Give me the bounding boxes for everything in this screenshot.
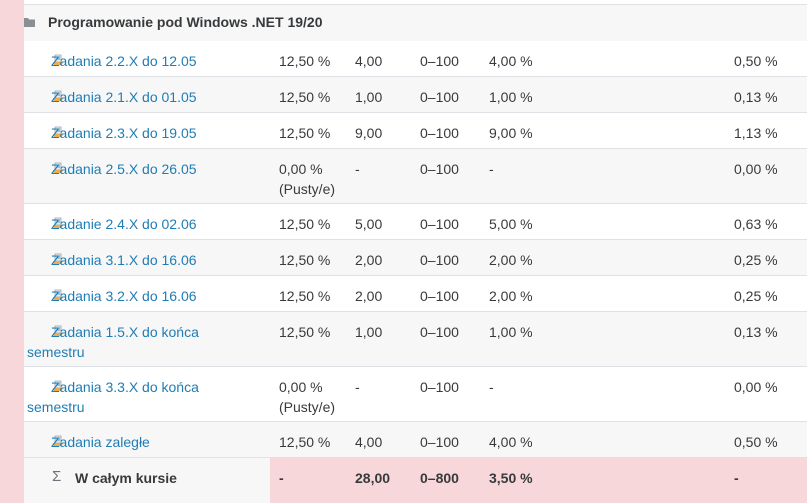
item-contribution: 0,13 %	[734, 89, 778, 105]
item-range: 0–100	[420, 434, 459, 450]
item-weight: 12,50 %	[279, 89, 331, 105]
course-total-label: W całym kursie	[75, 470, 177, 486]
item-weight: 12,50 %	[279, 53, 331, 69]
course-total-weight: -	[279, 470, 284, 486]
grade-item-row: Zadania 2.3.X do 19.05 12,50 % 9,00 0–100 9,…	[24, 113, 807, 149]
grade-item-link[interactable]: Zadania 2.1.X do 01.05	[51, 89, 197, 105]
item-grade: 2,00	[355, 288, 383, 304]
course-total-grade: 28,00	[355, 470, 391, 486]
item-range: 0–100	[420, 89, 459, 105]
item-range: 0–100	[420, 379, 459, 395]
item-weight-note: (Pusty/e)	[279, 181, 336, 197]
grade-item-link-continued[interactable]: semestru	[27, 397, 271, 417]
grade-report: Programowanie pod Windows .NET 19/20 Zad…	[0, 0, 807, 503]
course-total-percentage: 3,50 %	[489, 470, 533, 486]
item-range: 0–100	[420, 252, 459, 268]
sigma-icon: Σ	[52, 468, 62, 485]
course-total-range: 0–800	[420, 470, 459, 486]
grade-item-link[interactable]: Zadania zaległe	[51, 434, 150, 450]
item-percentage: 2,00 %	[489, 252, 533, 268]
category-level-strip	[0, 0, 24, 503]
grade-item-row: Zadania 2.2.X do 12.05 12,50 % 4,00 0–100 4,…	[24, 41, 807, 77]
item-percentage: 1,00 %	[489, 324, 533, 340]
item-grade: 1,00	[355, 324, 383, 340]
grade-item-link[interactable]: Zadania 2.5.X do 26.05	[51, 161, 197, 177]
item-grade: 4,00	[355, 53, 383, 69]
item-contribution: 0,50 %	[734, 53, 778, 69]
item-percentage: 4,00 %	[489, 53, 533, 69]
grade-item-row: Zadania 1.5.X do końca semestru 12,50 % 1,0…	[24, 312, 807, 367]
grade-item-row: Zadania 3.1.X do 16.06 12,50 % 2,00 0–100 2,…	[24, 240, 807, 276]
grade-item-link[interactable]: Zadania 3.2.X do 16.06	[51, 288, 197, 304]
item-contribution: 0,13 %	[734, 324, 778, 340]
item-contribution: 0,00 %	[734, 161, 778, 177]
item-range: 0–100	[420, 324, 459, 340]
item-grade: 5,00	[355, 216, 383, 232]
grade-item-link[interactable]: Zadania 3.3.X do końca	[51, 379, 199, 395]
item-weight: 0,00 %	[279, 379, 323, 395]
grade-item-row: Zadania 2.1.X do 01.05 12,50 % 1,00 0–100 1,…	[24, 77, 807, 113]
item-range: 0–100	[420, 125, 459, 141]
item-contribution: 0,63 %	[734, 216, 778, 232]
folder-icon	[24, 18, 35, 27]
grade-item-link[interactable]: Zadanie 2.4.X do 02.06	[51, 216, 197, 232]
category-title: Programowanie pod Windows .NET 19/20	[48, 14, 323, 30]
grade-item-link[interactable]: Zadania 2.2.X do 12.05	[51, 53, 197, 69]
grade-item-row: Zadania 2.5.X do 26.05 0,00 % (Pusty/e) - 0–…	[24, 149, 807, 204]
grade-item-link[interactable]: Zadania 3.1.X do 16.06	[51, 252, 197, 268]
item-percentage: 1,00 %	[489, 89, 533, 105]
item-contribution: 0,25 %	[734, 288, 778, 304]
item-range: 0–100	[420, 161, 459, 177]
item-weight: 12,50 %	[279, 288, 331, 304]
item-weight: 12,50 %	[279, 324, 331, 340]
item-weight: 0,00 %	[279, 161, 323, 177]
item-weight: 12,50 %	[279, 252, 331, 268]
item-percentage: -	[489, 379, 494, 395]
item-weight-note: (Pusty/e)	[279, 399, 336, 415]
item-grade: 2,00	[355, 252, 383, 268]
item-percentage: 4,00 %	[489, 434, 533, 450]
item-range: 0–100	[420, 53, 459, 69]
course-total-row: Σ W całym kursie - 28,00 0–800 3,50 % -	[24, 458, 807, 503]
item-weight: 12,50 %	[279, 434, 331, 450]
item-percentage: -	[489, 161, 494, 177]
item-grade: 9,00	[355, 125, 383, 141]
item-weight: 12,50 %	[279, 216, 331, 232]
item-contribution: 0,25 %	[734, 252, 778, 268]
item-range: 0–100	[420, 216, 459, 232]
item-percentage: 5,00 %	[489, 216, 533, 232]
item-contribution: 0,00 %	[734, 379, 778, 395]
grade-item-link[interactable]: Zadania 1.5.X do końca	[51, 324, 199, 340]
category-header: Programowanie pod Windows .NET 19/20	[24, 5, 807, 42]
grade-item-link[interactable]: Zadania 2.3.X do 19.05	[51, 125, 197, 141]
item-grade: -	[355, 161, 360, 177]
item-weight: 12,50 %	[279, 125, 331, 141]
item-grade: 1,00	[355, 89, 383, 105]
item-percentage: 9,00 %	[489, 125, 533, 141]
item-contribution: 0,50 %	[734, 434, 778, 450]
course-total-contribution: -	[734, 470, 739, 486]
item-contribution: 1,13 %	[734, 125, 778, 141]
item-percentage: 2,00 %	[489, 288, 533, 304]
item-range: 0–100	[420, 288, 459, 304]
grade-item-row: Zadanie 2.4.X do 02.06 12,50 % 5,00 0–100 5,…	[24, 204, 807, 240]
grade-item-link-continued[interactable]: semestru	[27, 342, 271, 362]
grade-item-row: Zadania 3.2.X do 16.06 12,50 % 2,00 0–100 2,…	[24, 276, 807, 312]
grade-item-row: Zadania 3.3.X do końca semestru 0,00 % (Pus…	[24, 367, 807, 422]
item-grade: -	[355, 379, 360, 395]
grade-item-row: Zadania zaległe 12,50 % 4,00 0–100 4,00 % 0,5…	[24, 422, 807, 458]
item-grade: 4,00	[355, 434, 383, 450]
